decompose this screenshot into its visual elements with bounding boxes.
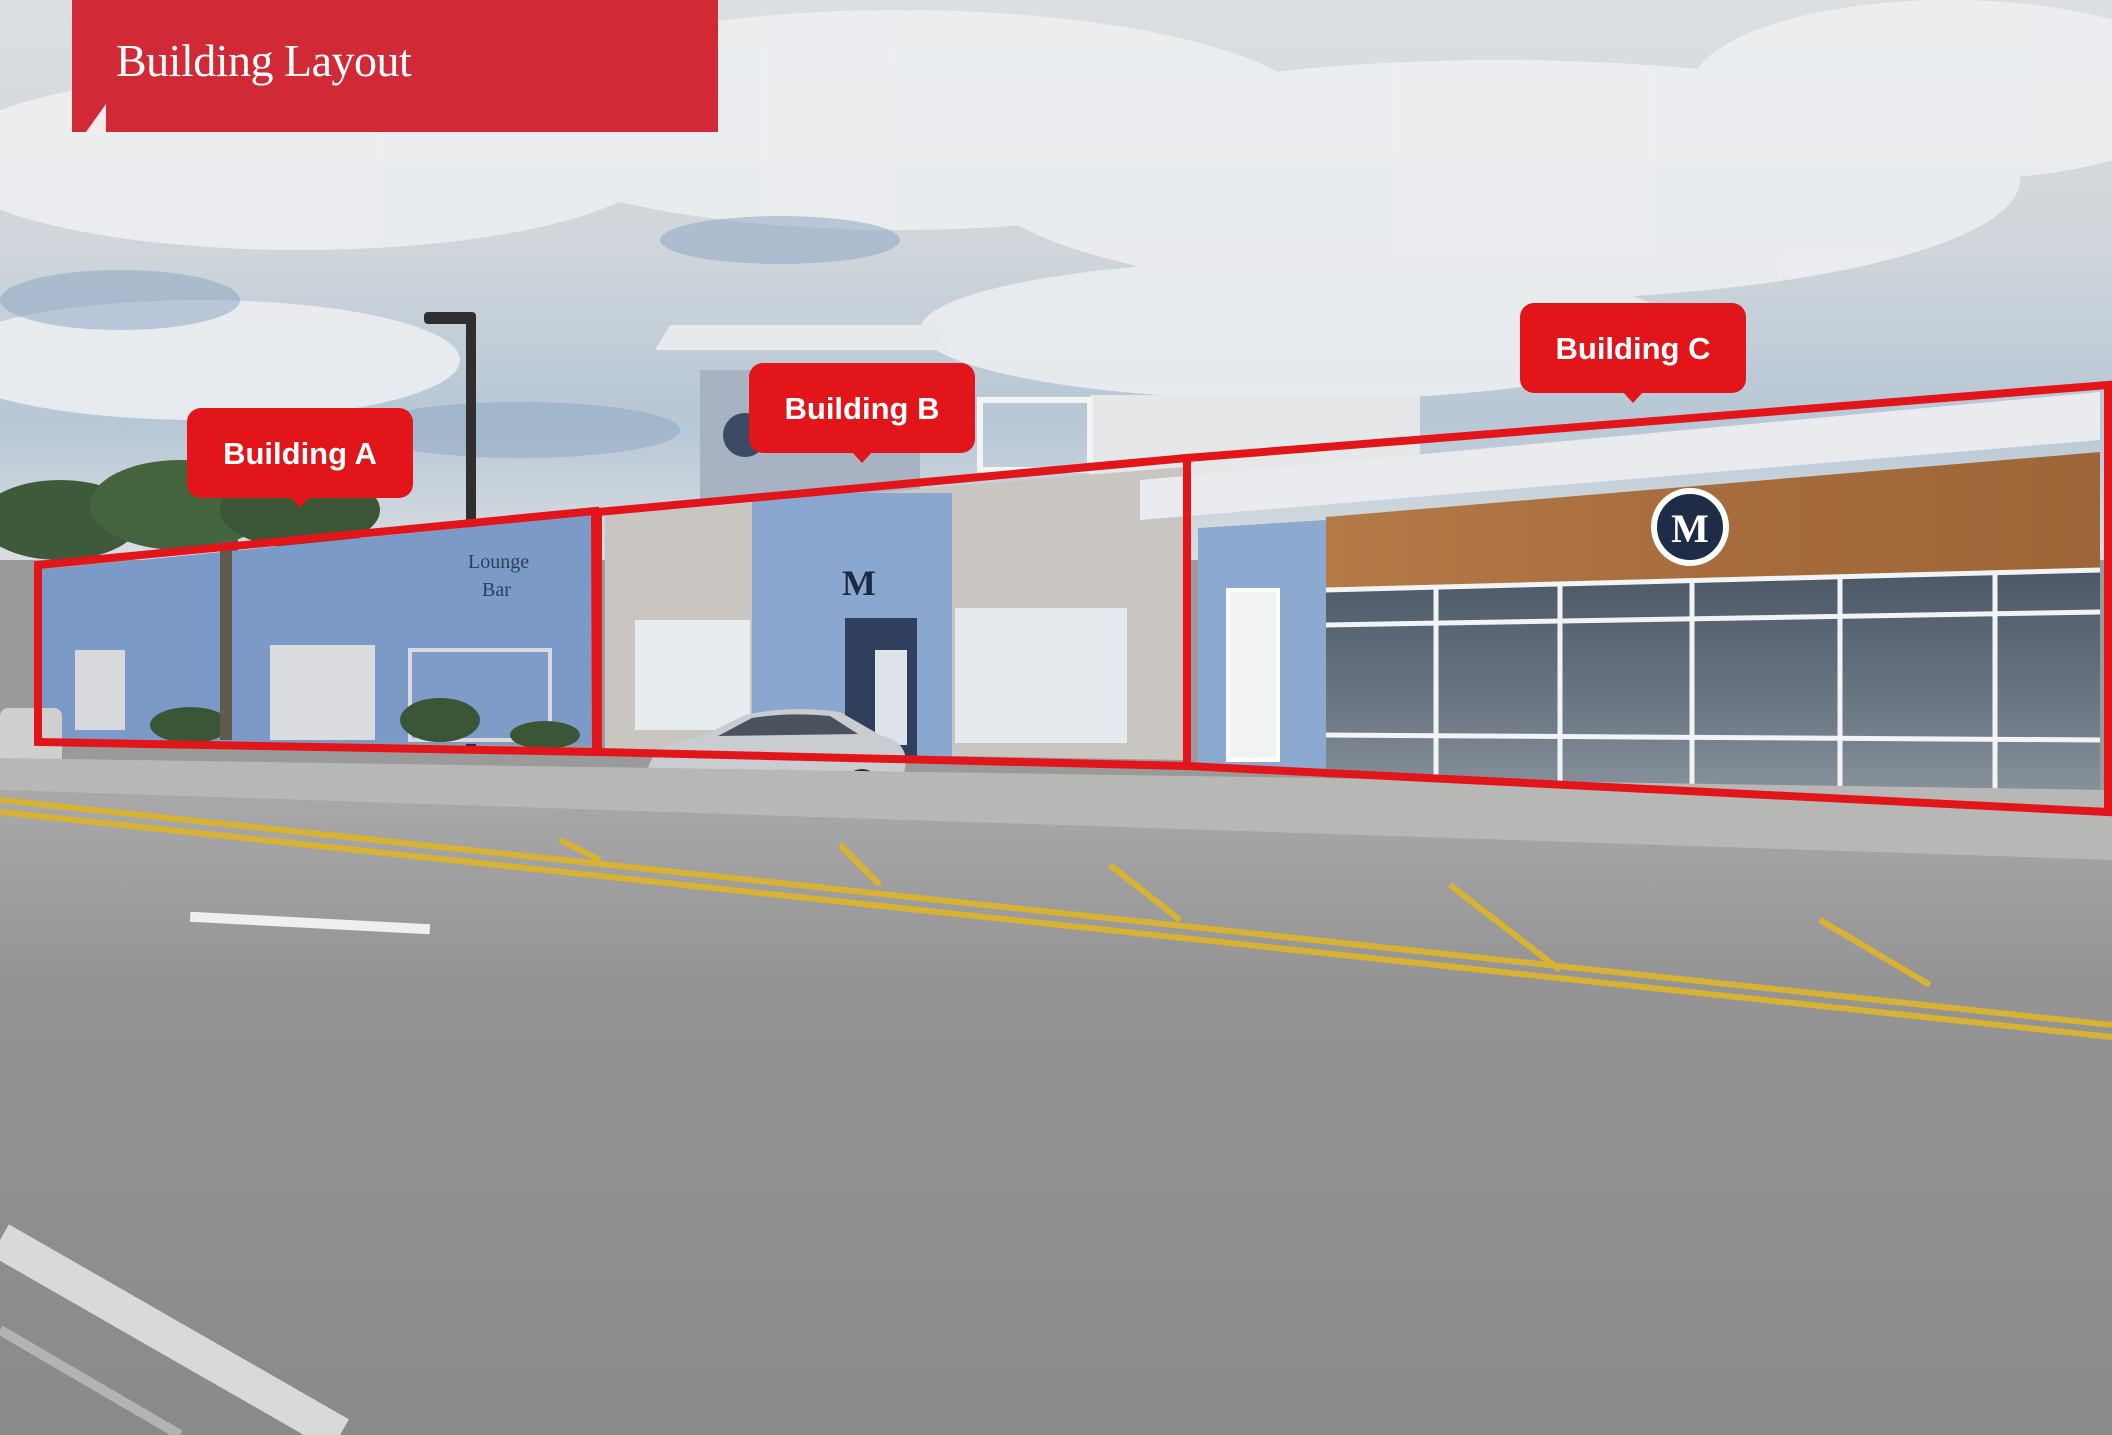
lounge-sign-line2: Bar <box>482 579 511 601</box>
callout-building-b: Building B <box>749 363 975 463</box>
callout-building-c-label: Building C <box>1555 331 1711 366</box>
building-b-logo: M <box>842 563 876 603</box>
lounge-sign-line1: Lounge <box>468 551 529 573</box>
callout-building-a: Building A <box>187 408 413 508</box>
building-b-facade: M <box>605 467 1183 760</box>
building-photo: Lounge Bar M M <box>0 0 2112 1435</box>
callout-building-c: Building C <box>1520 303 1746 403</box>
callout-building-a-label: Building A <box>223 436 377 471</box>
page-title: Building Layout <box>116 35 412 86</box>
building-c-logo: M <box>1671 506 1709 551</box>
callout-building-b-label: Building B <box>784 391 940 426</box>
title-banner: Building Layout <box>72 0 718 132</box>
road <box>0 790 2112 1435</box>
